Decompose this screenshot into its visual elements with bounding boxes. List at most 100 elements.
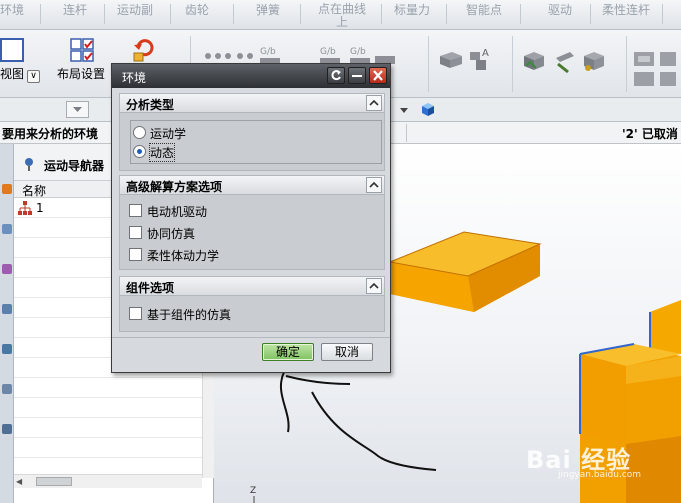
dynamics-radio[interactable]	[133, 145, 146, 158]
menu-item-scalar-force[interactable]: 标量力	[394, 3, 430, 17]
layout-settings-icon[interactable]	[70, 38, 94, 62]
annotation-scribble	[279, 371, 437, 471]
motor-driver-label[interactable]: 电动机驱动	[147, 203, 207, 220]
menu-item-driver[interactable]: 驱动	[548, 3, 572, 17]
menu-divider	[40, 4, 41, 24]
toolbar-divider	[626, 36, 627, 92]
menu-divider	[590, 4, 591, 24]
menu-divider	[381, 4, 382, 24]
resource-tab-icon[interactable]	[2, 344, 12, 354]
analysis-type-group-header[interactable]: 分析类型	[119, 93, 385, 113]
menu-item-flexible-link[interactable]: 柔性连杆	[602, 3, 650, 17]
tree-row	[14, 438, 202, 458]
menu-divider	[233, 4, 234, 24]
dynamics-label[interactable]: 动态	[148, 143, 176, 162]
motor-driver-checkbox[interactable]	[129, 204, 142, 217]
scroll-left-arrow-icon[interactable]: ◀	[16, 477, 22, 486]
collapse-chevron-icon[interactable]	[366, 95, 382, 111]
disabled-tool-group-3	[518, 46, 614, 76]
reset-icon[interactable]	[327, 67, 345, 84]
resource-tab-icon[interactable]	[2, 304, 12, 314]
ok-button[interactable]: 确定	[262, 343, 314, 361]
navigator-horizontal-scrollbar[interactable]: ◀	[14, 474, 202, 488]
view-icon[interactable]	[0, 38, 24, 62]
co-simulation-label[interactable]: 协同仿真	[147, 225, 195, 242]
close-icon[interactable]	[369, 67, 387, 84]
resource-tab-icon[interactable]	[2, 224, 12, 234]
simulation-node-icon	[18, 201, 32, 215]
kinematics-radio[interactable]	[133, 126, 146, 139]
disabled-tool-group-4	[632, 46, 678, 90]
menu-divider	[104, 4, 105, 24]
navigator-pin-icon[interactable]	[22, 157, 36, 171]
cube-view-icon[interactable]	[420, 101, 436, 117]
menu-item-link[interactable]: 连杆	[63, 3, 87, 17]
component-based-sim-label[interactable]: 基于组件的仿真	[147, 306, 231, 323]
resource-tab-icon[interactable]	[2, 424, 12, 434]
menu-divider	[170, 4, 171, 24]
menu-divider	[662, 4, 663, 24]
component-based-sim-checkbox[interactable]	[129, 307, 142, 320]
co-simulation-checkbox[interactable]	[129, 226, 142, 239]
snap-dropdown-icon[interactable]	[398, 102, 410, 118]
menu-item-smart-point[interactable]: 智能点	[466, 3, 502, 17]
layout-settings-label[interactable]: 布局设置	[57, 65, 105, 82]
group-title: 组件选项	[126, 281, 175, 295]
menu-item-spring[interactable]: 弹簧	[256, 3, 280, 17]
component-options-group-header[interactable]: 组件选项	[119, 276, 385, 296]
advanced-solver-group-header[interactable]: 高级解算方案选项	[119, 175, 385, 195]
view-button-label[interactable]: 视图 ∨	[0, 65, 41, 83]
svg-text:G/b: G/b	[350, 47, 366, 57]
dialog-divider	[112, 337, 390, 338]
flexible-body-label[interactable]: 柔性体动力学	[147, 247, 219, 264]
z-axis-label: Z	[250, 486, 257, 496]
resource-bar	[0, 144, 14, 503]
menu-item-joint[interactable]: 运动副	[117, 3, 153, 17]
flexible-body-checkbox[interactable]	[129, 248, 142, 261]
filter-dropdown[interactable]	[66, 101, 89, 118]
kinematics-label[interactable]: 运动学	[150, 125, 186, 142]
menu-divider	[300, 4, 301, 24]
resource-tab-icon[interactable]	[2, 264, 12, 274]
group-title: 分析类型	[126, 98, 175, 112]
tree-row	[14, 398, 202, 418]
resource-tab-icon[interactable]	[2, 384, 12, 394]
status-divider	[406, 124, 407, 142]
group-title: 高级解算方案选项	[126, 180, 223, 194]
toolbar-divider	[428, 36, 429, 92]
menu-divider	[446, 4, 447, 24]
svg-text:A: A	[482, 48, 489, 59]
svg-text:G/b: G/b	[260, 47, 276, 57]
model-block-top[interactable]	[388, 231, 542, 312]
resource-tab-icon[interactable]	[2, 184, 12, 194]
menu-item-point-on-curve[interactable]: 点在曲线上	[316, 3, 368, 29]
advanced-solver-group-body: 电动机驱动 协同仿真 柔性体动力学	[119, 195, 385, 270]
reset-view-icon[interactable]	[132, 36, 156, 62]
column-name-header[interactable]: 名称	[22, 182, 46, 199]
component-options-group-body: 基于组件的仿真	[119, 296, 385, 332]
menu-divider	[520, 4, 521, 24]
toolbar-divider	[512, 36, 513, 92]
collapse-chevron-icon[interactable]	[366, 177, 382, 193]
disabled-tool-group-2: A	[436, 46, 496, 74]
tree-row	[14, 378, 202, 398]
scroll-thumb[interactable]	[36, 477, 72, 486]
dialog-title: 环境	[122, 71, 147, 85]
watermark-url: jingyan.baidu.com	[558, 470, 642, 480]
svg-text:G/b: G/b	[320, 47, 336, 57]
ribbon-tab-strip: 环境 连杆 运动副 齿轮 弹簧 点在曲线上 标量力 智能点 驱动 柔性连杆	[0, 0, 681, 30]
menu-item-environment[interactable]: 环境	[0, 3, 24, 17]
tree-row	[14, 418, 202, 438]
status-message: '2' 已取消	[622, 127, 678, 141]
environment-dialog: 环境 分析类型 运动学 动态 高级解算方案选项 电动机驱动 协同仿真 柔性体动力…	[111, 63, 391, 373]
dialog-title-bar[interactable]: 环境	[112, 64, 390, 88]
collapse-chevron-icon[interactable]	[366, 278, 382, 294]
navigator-title: 运动导航器	[44, 159, 105, 173]
minimize-icon[interactable]	[348, 67, 366, 84]
tree-row-label: 1	[36, 201, 44, 215]
cue-line-prompt: 要用来分析的环境	[2, 127, 99, 141]
view-dropdown-icon[interactable]: ∨	[27, 70, 41, 83]
cancel-button[interactable]: 取消	[321, 343, 373, 361]
analysis-type-group-body: 运动学 动态	[119, 113, 385, 171]
menu-item-gear[interactable]: 齿轮	[185, 3, 209, 17]
